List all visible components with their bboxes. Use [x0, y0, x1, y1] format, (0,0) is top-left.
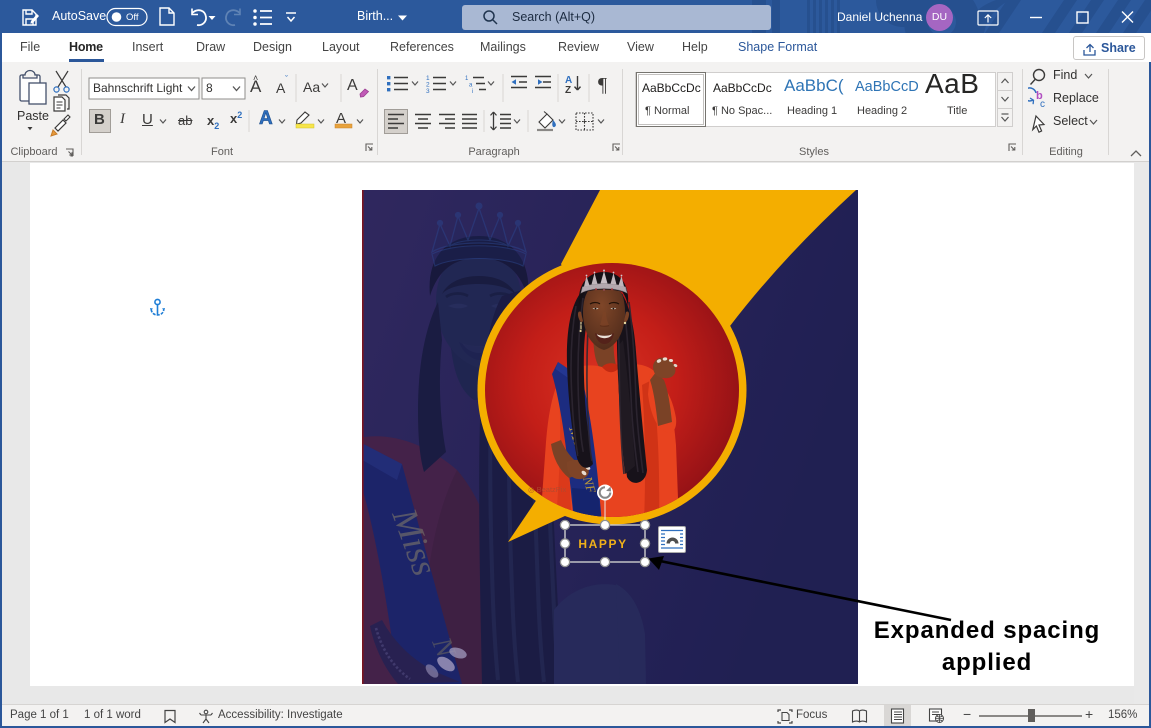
svg-text:1: 1: [465, 76, 469, 82]
svg-text:Z: Z: [565, 85, 571, 96]
svg-text:¶: ¶: [598, 74, 607, 96]
svg-text:a: a: [469, 83, 473, 89]
svg-text:i: i: [472, 89, 473, 95]
svg-text:c: c: [1040, 99, 1045, 110]
svg-text:3: 3: [426, 88, 430, 95]
